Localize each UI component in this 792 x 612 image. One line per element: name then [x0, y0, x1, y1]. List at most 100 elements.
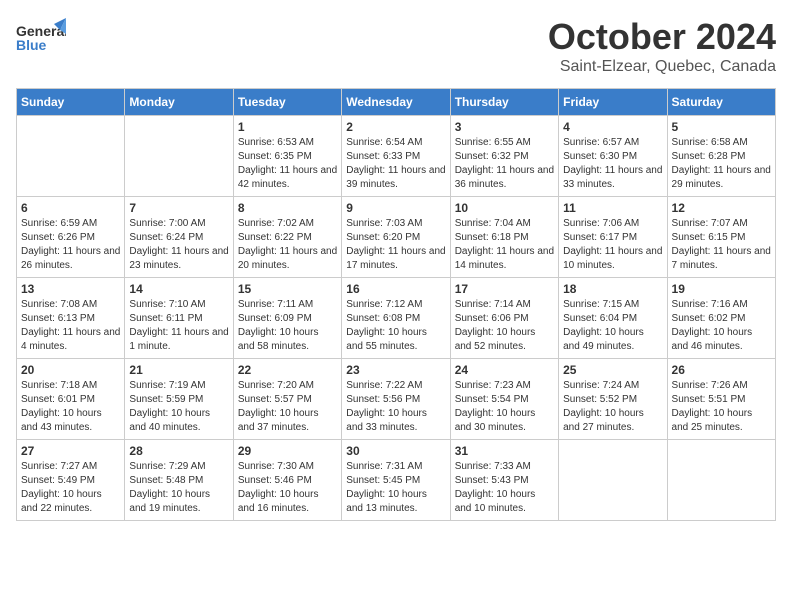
- day-info: Sunrise: 7:08 AM Sunset: 6:13 PM Dayligh…: [21, 298, 120, 354]
- day-number: 29: [238, 444, 337, 458]
- day-info: Sunrise: 6:55 AM Sunset: 6:32 PM Dayligh…: [455, 136, 554, 192]
- calendar-cell: 27 Sunrise: 7:27 AM Sunset: 5:49 PM Dayli…: [17, 440, 125, 521]
- day-number: 21: [129, 363, 228, 377]
- calendar-cell: 29 Sunrise: 7:30 AM Sunset: 5:46 PM Dayli…: [233, 440, 341, 521]
- calendar-cell: 23Sunrise: 7:22 AM Sunset: 5:56 PM Dayli…: [342, 359, 450, 440]
- day-number: 25: [563, 363, 662, 377]
- location-subtitle: Saint-Elzear, Quebec, Canada: [548, 58, 776, 76]
- day-info: Sunrise: 7:04 AM Sunset: 6:18 PM Dayligh…: [455, 217, 554, 273]
- calendar-cell: [559, 440, 667, 521]
- calendar-cell: 19Sunrise: 7:16 AM Sunset: 6:02 PM Dayli…: [667, 278, 775, 359]
- logo: General Blue: [16, 16, 66, 61]
- day-number: 3: [455, 120, 554, 134]
- day-number: 5: [672, 120, 771, 134]
- day-info: Sunrise: 6:54 AM Sunset: 6:33 PM Dayligh…: [346, 136, 445, 192]
- week-row-2: 6Sunrise: 6:59 AM Sunset: 6:26 PM Daylig…: [17, 197, 776, 278]
- day-number: 18: [563, 282, 662, 296]
- calendar-header-row: Sunday Monday Tuesday Wednesday Thursday…: [17, 89, 776, 116]
- day-number: 31: [455, 444, 554, 458]
- day-number: 6: [21, 201, 120, 215]
- logo-icon: General Blue: [16, 16, 66, 61]
- calendar-cell: 15 Sunrise: 7:11 AM Sunset: 6:09 PM Dayli…: [233, 278, 341, 359]
- page-header: General Blue October 2024 Saint-Elzear, …: [16, 16, 776, 76]
- day-info: Sunrise: 6:57 AM Sunset: 6:30 PM Dayligh…: [563, 136, 662, 192]
- day-number: 15: [238, 282, 337, 296]
- day-info: Sunrise: 7:11 AM Sunset: 6:09 PM Dayligh…: [238, 298, 337, 354]
- day-number: 27: [21, 444, 120, 458]
- day-info: Sunrise: 7:00 AM Sunset: 6:24 PM Dayligh…: [129, 217, 228, 273]
- calendar-cell: 16 Sunrise: 7:12 AM Sunset: 6:08 PM Dayli…: [342, 278, 450, 359]
- day-info: Sunrise: 7:20 AM Sunset: 5:57 PM Dayligh…: [238, 379, 337, 435]
- day-info: Sunrise: 7:33 AM Sunset: 5:43 PM Dayligh…: [455, 460, 554, 516]
- calendar-cell: 5 Sunrise: 6:58 AM Sunset: 6:28 PM Daylig…: [667, 116, 775, 197]
- header-saturday: Saturday: [667, 89, 775, 116]
- day-number: 12: [672, 201, 771, 215]
- day-info: Sunrise: 7:26 AM Sunset: 5:51 PM Dayligh…: [672, 379, 771, 435]
- day-info: Sunrise: 7:02 AM Sunset: 6:22 PM Dayligh…: [238, 217, 337, 273]
- day-number: 16: [346, 282, 445, 296]
- day-info: Sunrise: 7:27 AM Sunset: 5:49 PM Dayligh…: [21, 460, 120, 516]
- calendar-cell: 30Sunrise: 7:31 AM Sunset: 5:45 PM Dayli…: [342, 440, 450, 521]
- day-number: 23: [346, 363, 445, 377]
- day-number: 1: [238, 120, 337, 134]
- calendar-cell: 21 Sunrise: 7:19 AM Sunset: 5:59 PM Dayli…: [125, 359, 233, 440]
- month-title: October 2024: [548, 16, 776, 58]
- day-info: Sunrise: 7:19 AM Sunset: 5:59 PM Dayligh…: [129, 379, 228, 435]
- week-row-5: 27 Sunrise: 7:27 AM Sunset: 5:49 PM Dayli…: [17, 440, 776, 521]
- calendar-cell: 22 Sunrise: 7:20 AM Sunset: 5:57 PM Dayli…: [233, 359, 341, 440]
- calendar-cell: 28 Sunrise: 7:29 AM Sunset: 5:48 PM Dayli…: [125, 440, 233, 521]
- calendar-table: Sunday Monday Tuesday Wednesday Thursday…: [16, 88, 776, 521]
- day-info: Sunrise: 7:15 AM Sunset: 6:04 PM Dayligh…: [563, 298, 662, 354]
- header-thursday: Thursday: [450, 89, 558, 116]
- day-number: 17: [455, 282, 554, 296]
- day-number: 20: [21, 363, 120, 377]
- day-info: Sunrise: 6:53 AM Sunset: 6:35 PM Dayligh…: [238, 136, 337, 192]
- day-number: 30: [346, 444, 445, 458]
- calendar-cell: 17Sunrise: 7:14 AM Sunset: 6:06 PM Dayli…: [450, 278, 558, 359]
- day-info: Sunrise: 6:58 AM Sunset: 6:28 PM Dayligh…: [672, 136, 771, 192]
- day-number: 9: [346, 201, 445, 215]
- calendar-cell: 4 Sunrise: 6:57 AM Sunset: 6:30 PM Daylig…: [559, 116, 667, 197]
- calendar-cell: 18 Sunrise: 7:15 AM Sunset: 6:04 PM Dayli…: [559, 278, 667, 359]
- calendar-cell: 24 Sunrise: 7:23 AM Sunset: 5:54 PM Dayli…: [450, 359, 558, 440]
- calendar-cell: 26Sunrise: 7:26 AM Sunset: 5:51 PM Dayli…: [667, 359, 775, 440]
- day-info: Sunrise: 7:03 AM Sunset: 6:20 PM Dayligh…: [346, 217, 445, 273]
- calendar-cell: 7 Sunrise: 7:00 AM Sunset: 6:24 PM Daylig…: [125, 197, 233, 278]
- header-wednesday: Wednesday: [342, 89, 450, 116]
- title-block: October 2024 Saint-Elzear, Quebec, Canad…: [548, 16, 776, 76]
- calendar-cell: 31 Sunrise: 7:33 AM Sunset: 5:43 PM Dayli…: [450, 440, 558, 521]
- day-info: Sunrise: 7:10 AM Sunset: 6:11 PM Dayligh…: [129, 298, 228, 354]
- calendar-cell: 25 Sunrise: 7:24 AM Sunset: 5:52 PM Dayli…: [559, 359, 667, 440]
- day-info: Sunrise: 7:30 AM Sunset: 5:46 PM Dayligh…: [238, 460, 337, 516]
- week-row-3: 13 Sunrise: 7:08 AM Sunset: 6:13 PM Dayli…: [17, 278, 776, 359]
- calendar-cell: 11Sunrise: 7:06 AM Sunset: 6:17 PM Dayli…: [559, 197, 667, 278]
- calendar-cell: 12Sunrise: 7:07 AM Sunset: 6:15 PM Dayli…: [667, 197, 775, 278]
- calendar-cell: 6Sunrise: 6:59 AM Sunset: 6:26 PM Daylig…: [17, 197, 125, 278]
- day-info: Sunrise: 7:29 AM Sunset: 5:48 PM Dayligh…: [129, 460, 228, 516]
- week-row-1: 1 Sunrise: 6:53 AM Sunset: 6:35 PM Daylig…: [17, 116, 776, 197]
- calendar-cell: 10Sunrise: 7:04 AM Sunset: 6:18 PM Dayli…: [450, 197, 558, 278]
- day-number: 7: [129, 201, 228, 215]
- day-number: 13: [21, 282, 120, 296]
- header-friday: Friday: [559, 89, 667, 116]
- calendar-cell: 2 Sunrise: 6:54 AM Sunset: 6:33 PM Daylig…: [342, 116, 450, 197]
- day-number: 2: [346, 120, 445, 134]
- day-number: 22: [238, 363, 337, 377]
- day-number: 4: [563, 120, 662, 134]
- calendar-cell: 13 Sunrise: 7:08 AM Sunset: 6:13 PM Dayli…: [17, 278, 125, 359]
- calendar-cell: 9 Sunrise: 7:03 AM Sunset: 6:20 PM Daylig…: [342, 197, 450, 278]
- header-sunday: Sunday: [17, 89, 125, 116]
- day-info: Sunrise: 7:16 AM Sunset: 6:02 PM Dayligh…: [672, 298, 771, 354]
- day-number: 28: [129, 444, 228, 458]
- calendar-cell: [667, 440, 775, 521]
- calendar-cell: 14Sunrise: 7:10 AM Sunset: 6:11 PM Dayli…: [125, 278, 233, 359]
- calendar-cell: [125, 116, 233, 197]
- day-info: Sunrise: 7:12 AM Sunset: 6:08 PM Dayligh…: [346, 298, 445, 354]
- calendar-cell: 8 Sunrise: 7:02 AM Sunset: 6:22 PM Daylig…: [233, 197, 341, 278]
- header-tuesday: Tuesday: [233, 89, 341, 116]
- day-number: 24: [455, 363, 554, 377]
- day-info: Sunrise: 7:23 AM Sunset: 5:54 PM Dayligh…: [455, 379, 554, 435]
- day-number: 8: [238, 201, 337, 215]
- svg-text:Blue: Blue: [16, 37, 47, 53]
- day-info: Sunrise: 7:24 AM Sunset: 5:52 PM Dayligh…: [563, 379, 662, 435]
